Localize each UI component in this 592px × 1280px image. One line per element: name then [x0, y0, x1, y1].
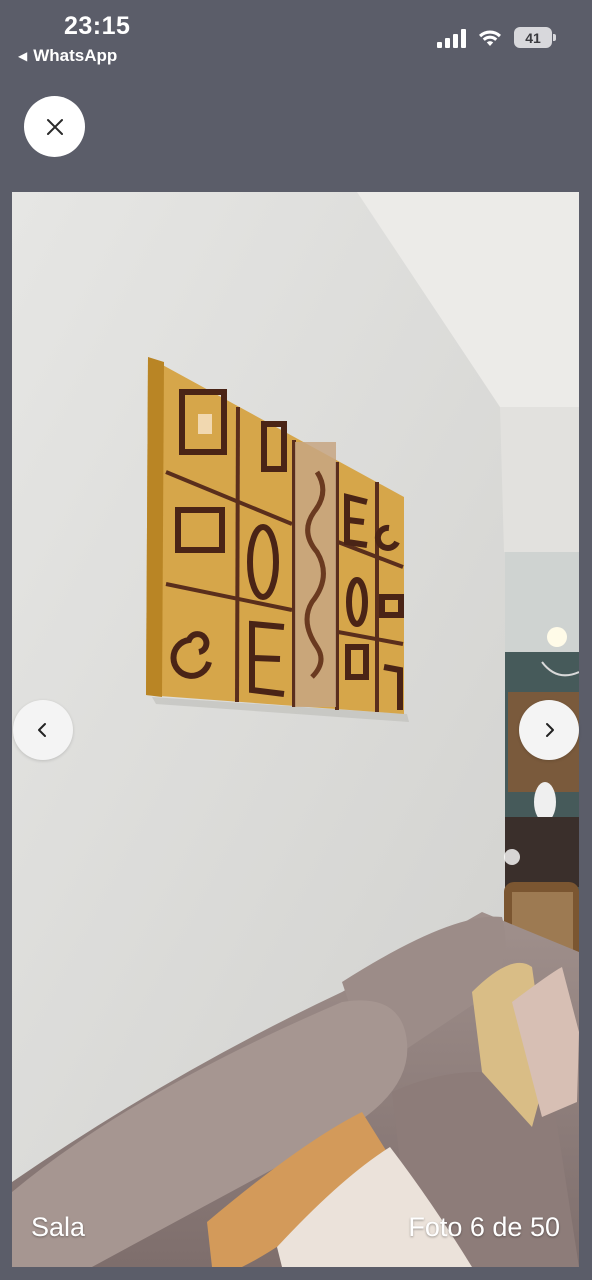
close-icon: [46, 118, 63, 135]
battery-icon: 41: [514, 27, 556, 48]
status-icons: 41: [437, 27, 556, 48]
photo-caption: Sala: [31, 1212, 86, 1242]
status-time: 23:15: [64, 12, 131, 40]
back-app-label: WhatsApp: [33, 46, 118, 65]
next-photo-button[interactable]: [519, 700, 579, 760]
wifi-icon: [479, 29, 501, 46]
back-triangle-icon: ◀: [18, 49, 28, 63]
battery-level: 41: [525, 29, 541, 46]
chevron-right-icon: [546, 723, 554, 737]
previous-photo-button[interactable]: [13, 700, 73, 760]
signal-icon: [437, 28, 466, 48]
gallery-photo: [12, 192, 579, 1267]
back-to-app-link[interactable]: ◀ WhatsApp: [18, 46, 117, 66]
photo-counter: Foto 6 de 50: [408, 1212, 560, 1242]
close-button[interactable]: [24, 96, 85, 157]
status-bar: 23:15 ◀ WhatsApp 41: [0, 0, 592, 80]
chevron-left-icon: [38, 723, 46, 737]
